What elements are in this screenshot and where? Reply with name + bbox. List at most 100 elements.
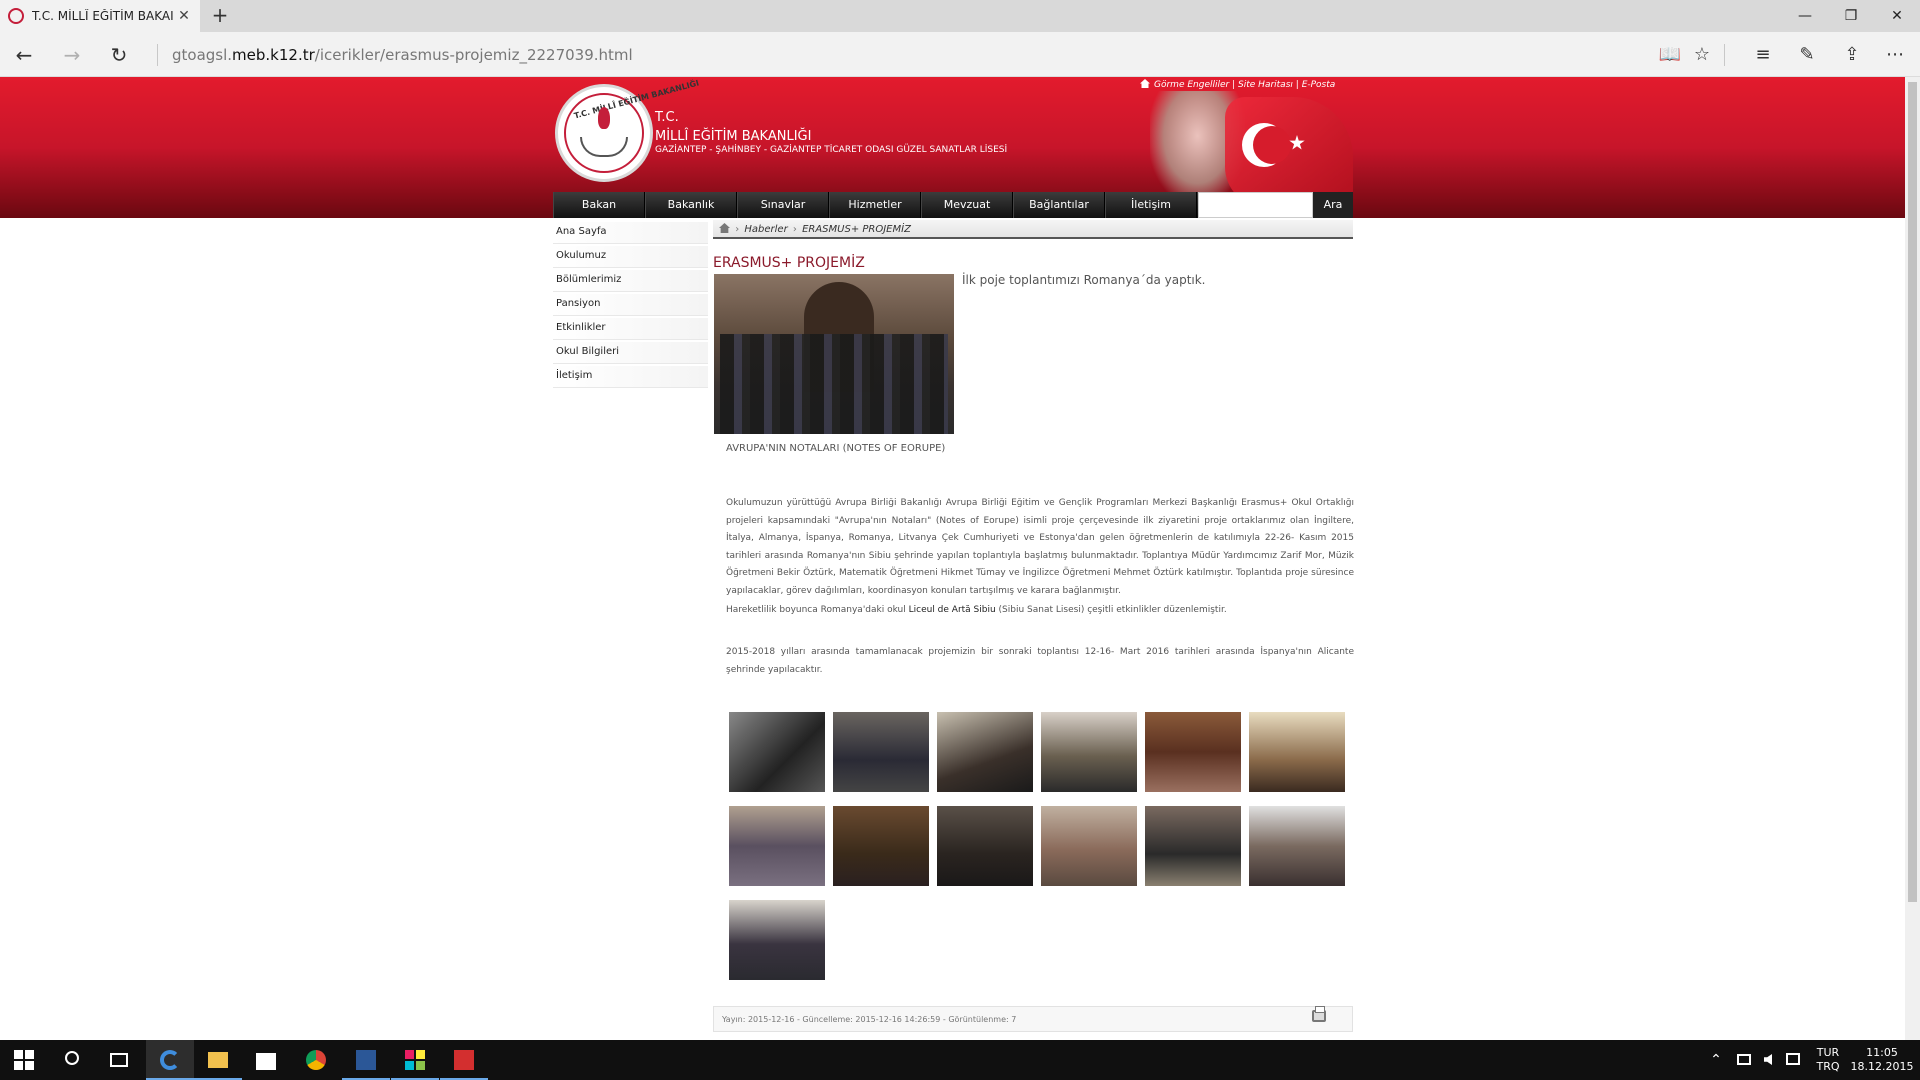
url-field[interactable]: gtoagsl.meb.k12.tr/icerikler/erasmus-pro… <box>172 46 633 64</box>
new-tab-button[interactable]: + <box>208 4 232 28</box>
close-window-button[interactable]: ✕ <box>1874 0 1920 32</box>
site-favicon-icon <box>8 8 24 24</box>
input-language[interactable]: TUR TRQ <box>1810 1040 1846 1080</box>
header-school-name: GAZİANTEP - ŞAHİNBEY - GAZİANTEP TİCARET… <box>655 145 1008 155</box>
clock[interactable]: 11:05 18.12.2015 <box>1850 1040 1914 1080</box>
print-icon[interactable] <box>1312 1006 1326 1022</box>
page-viewport: T.C. MİLLÎ EĞİTİM BAKANLIĞI T.C. MİLLÎ E… <box>0 77 1905 1040</box>
gallery-photo-13[interactable] <box>729 900 825 980</box>
volume-icon[interactable] <box>1758 1040 1778 1080</box>
email-link[interactable]: E-Posta <box>1302 80 1336 90</box>
article-paragraph-3: 2015-2018 yılları arasında tamamlanacak … <box>726 647 1354 675</box>
nav-baglantilar[interactable]: Bağlantılar <box>1013 192 1105 218</box>
breadcrumb-home-icon[interactable] <box>719 223 730 233</box>
nav-iletisim[interactable]: İletişim <box>1105 192 1197 218</box>
sidebar-item-iletisim[interactable]: İletişim <box>553 366 708 388</box>
keyboard-layout: TRQ <box>1816 1060 1840 1073</box>
sidebar-item-ana-sayfa[interactable]: Ana Sayfa <box>553 222 708 244</box>
forward-icon[interactable]: → <box>57 40 87 70</box>
sidebar-item-pansiyon[interactable]: Pansiyon <box>553 294 708 316</box>
clock-time: 11:05 <box>1866 1046 1898 1059</box>
clock-date: 18.12.2015 <box>1850 1060 1914 1073</box>
breadcrumb-separator: › <box>735 224 740 235</box>
gallery-photo-8[interactable] <box>833 806 929 886</box>
site-search-input[interactable] <box>1198 192 1313 218</box>
share-icon[interactable]: ⇪ <box>1837 40 1867 70</box>
nav-bakanlik[interactable]: Bakanlık <box>645 192 737 218</box>
taskbar-app-grid[interactable] <box>391 1040 439 1080</box>
gallery-photo-12[interactable] <box>1249 806 1345 886</box>
taskbar-chrome[interactable] <box>292 1040 340 1080</box>
start-button[interactable] <box>0 1040 48 1080</box>
sidebar-item-okulumuz[interactable]: Okulumuz <box>553 246 708 268</box>
accessibility-link[interactable]: Görme Engelliler <box>1154 80 1229 90</box>
scrollbar-thumb[interactable] <box>1908 82 1917 902</box>
web-note-icon[interactable]: ✎ <box>1792 40 1822 70</box>
sidebar-item-okul-bilgileri[interactable]: Okul Bilgileri <box>553 342 708 364</box>
site-header: T.C. MİLLÎ EĞİTİM BAKANLIĞI T.C. MİLLÎ E… <box>0 77 1905 218</box>
reading-view-icon[interactable]: 📖 <box>1655 40 1685 70</box>
nav-bakan[interactable]: Bakan <box>553 192 645 218</box>
task-view-button[interactable] <box>96 1040 144 1080</box>
folder-icon <box>208 1052 228 1068</box>
tray-overflow-icon[interactable]: ⌃ <box>1706 1040 1726 1080</box>
photo-caption: AVRUPA'NIN NOTALARI (NOTES OF EORUPE) <box>726 443 946 454</box>
left-sidebar: Ana Sayfa Okulumuz Bölümlerimiz Pansiyon… <box>553 222 708 390</box>
gallery-photo-4[interactable] <box>1041 712 1137 792</box>
nav-hizmetler[interactable]: Hizmetler <box>829 192 921 218</box>
back-icon[interactable]: ← <box>9 40 39 70</box>
gallery-photo-2[interactable] <box>833 712 929 792</box>
gallery-photo-5[interactable] <box>1145 712 1241 792</box>
paragraph-2-start: Hareketlilik boyunca Romanya'daki okul <box>726 605 909 615</box>
more-icon[interactable]: ⋯ <box>1880 40 1910 70</box>
article-meta-footer: Yayın: 2015-12-16 - Güncelleme: 2015-12-… <box>713 1006 1353 1032</box>
photo-group <box>720 334 948 434</box>
header-title-tc: T.C. <box>655 110 679 125</box>
action-center-icon[interactable] <box>1782 1040 1804 1080</box>
search-button[interactable] <box>48 1040 96 1080</box>
url-path: /icerikler/erasmus-projemiz_2227039.html <box>314 46 633 64</box>
tab-close-icon[interactable]: ✕ <box>176 8 192 24</box>
nav-sinavlar[interactable]: Sınavlar <box>737 192 829 218</box>
sitemap-link[interactable]: Site Haritası <box>1238 80 1293 90</box>
gallery-photo-10[interactable] <box>1041 806 1137 886</box>
sidebar-item-bolumlerimiz[interactable]: Bölümlerimiz <box>553 270 708 292</box>
refresh-icon[interactable]: ↻ <box>104 40 134 70</box>
nav-mevzuat[interactable]: Mevzuat <box>921 192 1013 218</box>
hub-icon[interactable]: ≡ <box>1748 40 1778 70</box>
meb-logo[interactable]: T.C. MİLLÎ EĞİTİM BAKANLIĞI <box>555 78 700 182</box>
minimize-button[interactable]: — <box>1782 0 1828 32</box>
breadcrumb-section[interactable]: Haberler <box>744 224 787 235</box>
lead-group-photo[interactable] <box>714 274 954 434</box>
screen: { "browser": { "tab_title": "T.C. MİLLÎ … <box>0 0 1920 1080</box>
taskbar-file-explorer[interactable] <box>194 1040 242 1080</box>
header-top-links: Görme Engelliler | Site Haritası | E-Pos… <box>1140 79 1335 90</box>
favorite-star-icon[interactable]: ☆ <box>1687 40 1717 70</box>
accessibility-home-icon <box>1140 79 1150 88</box>
gallery-photo-9[interactable] <box>937 806 1033 886</box>
task-view-icon <box>110 1053 128 1067</box>
taskbar-store[interactable] <box>242 1040 290 1080</box>
gallery-photo-11[interactable] <box>1145 806 1241 886</box>
breadcrumb: › Haberler › ERASMUS+ PROJEMİZ <box>713 220 1353 239</box>
taskbar-edge[interactable] <box>146 1040 194 1080</box>
sidebar-item-etkinlikler[interactable]: Etkinlikler <box>553 318 708 340</box>
article-paragraph-2: Hareketlilik boyunca Romanya'daki okul L… <box>726 602 1354 620</box>
search-button[interactable]: Ara <box>1313 192 1353 218</box>
gallery-photo-3[interactable] <box>937 712 1033 792</box>
tab-title: T.C. MİLLÎ EĞİTİM BAKAI <box>32 9 174 23</box>
restore-button[interactable]: ❐ <box>1828 0 1874 32</box>
toolbar-divider <box>1724 44 1725 66</box>
language-code: TUR <box>1816 1046 1840 1059</box>
gallery-photo-6[interactable] <box>1249 712 1345 792</box>
taskbar-acrobat[interactable] <box>440 1040 488 1080</box>
article-paragraph-1: Okulumuzun yürüttüğü Avrupa Birliği Baka… <box>726 498 1354 596</box>
network-icon[interactable] <box>1734 1040 1754 1080</box>
taskbar-word[interactable] <box>342 1040 390 1080</box>
link-separator: | <box>1295 80 1299 90</box>
paragraph-2-end: (Sibiu Sanat Lisesi) çeşitli etkinlikler… <box>995 605 1227 615</box>
active-tab[interactable]: T.C. MİLLÎ EĞİTİM BAKAI ✕ <box>0 0 200 32</box>
gallery-photo-7[interactable] <box>729 806 825 886</box>
windows-taskbar: ⌃ TUR TRQ 11:05 18.12.2015 <box>0 1040 1920 1080</box>
gallery-photo-1[interactable] <box>729 712 825 792</box>
